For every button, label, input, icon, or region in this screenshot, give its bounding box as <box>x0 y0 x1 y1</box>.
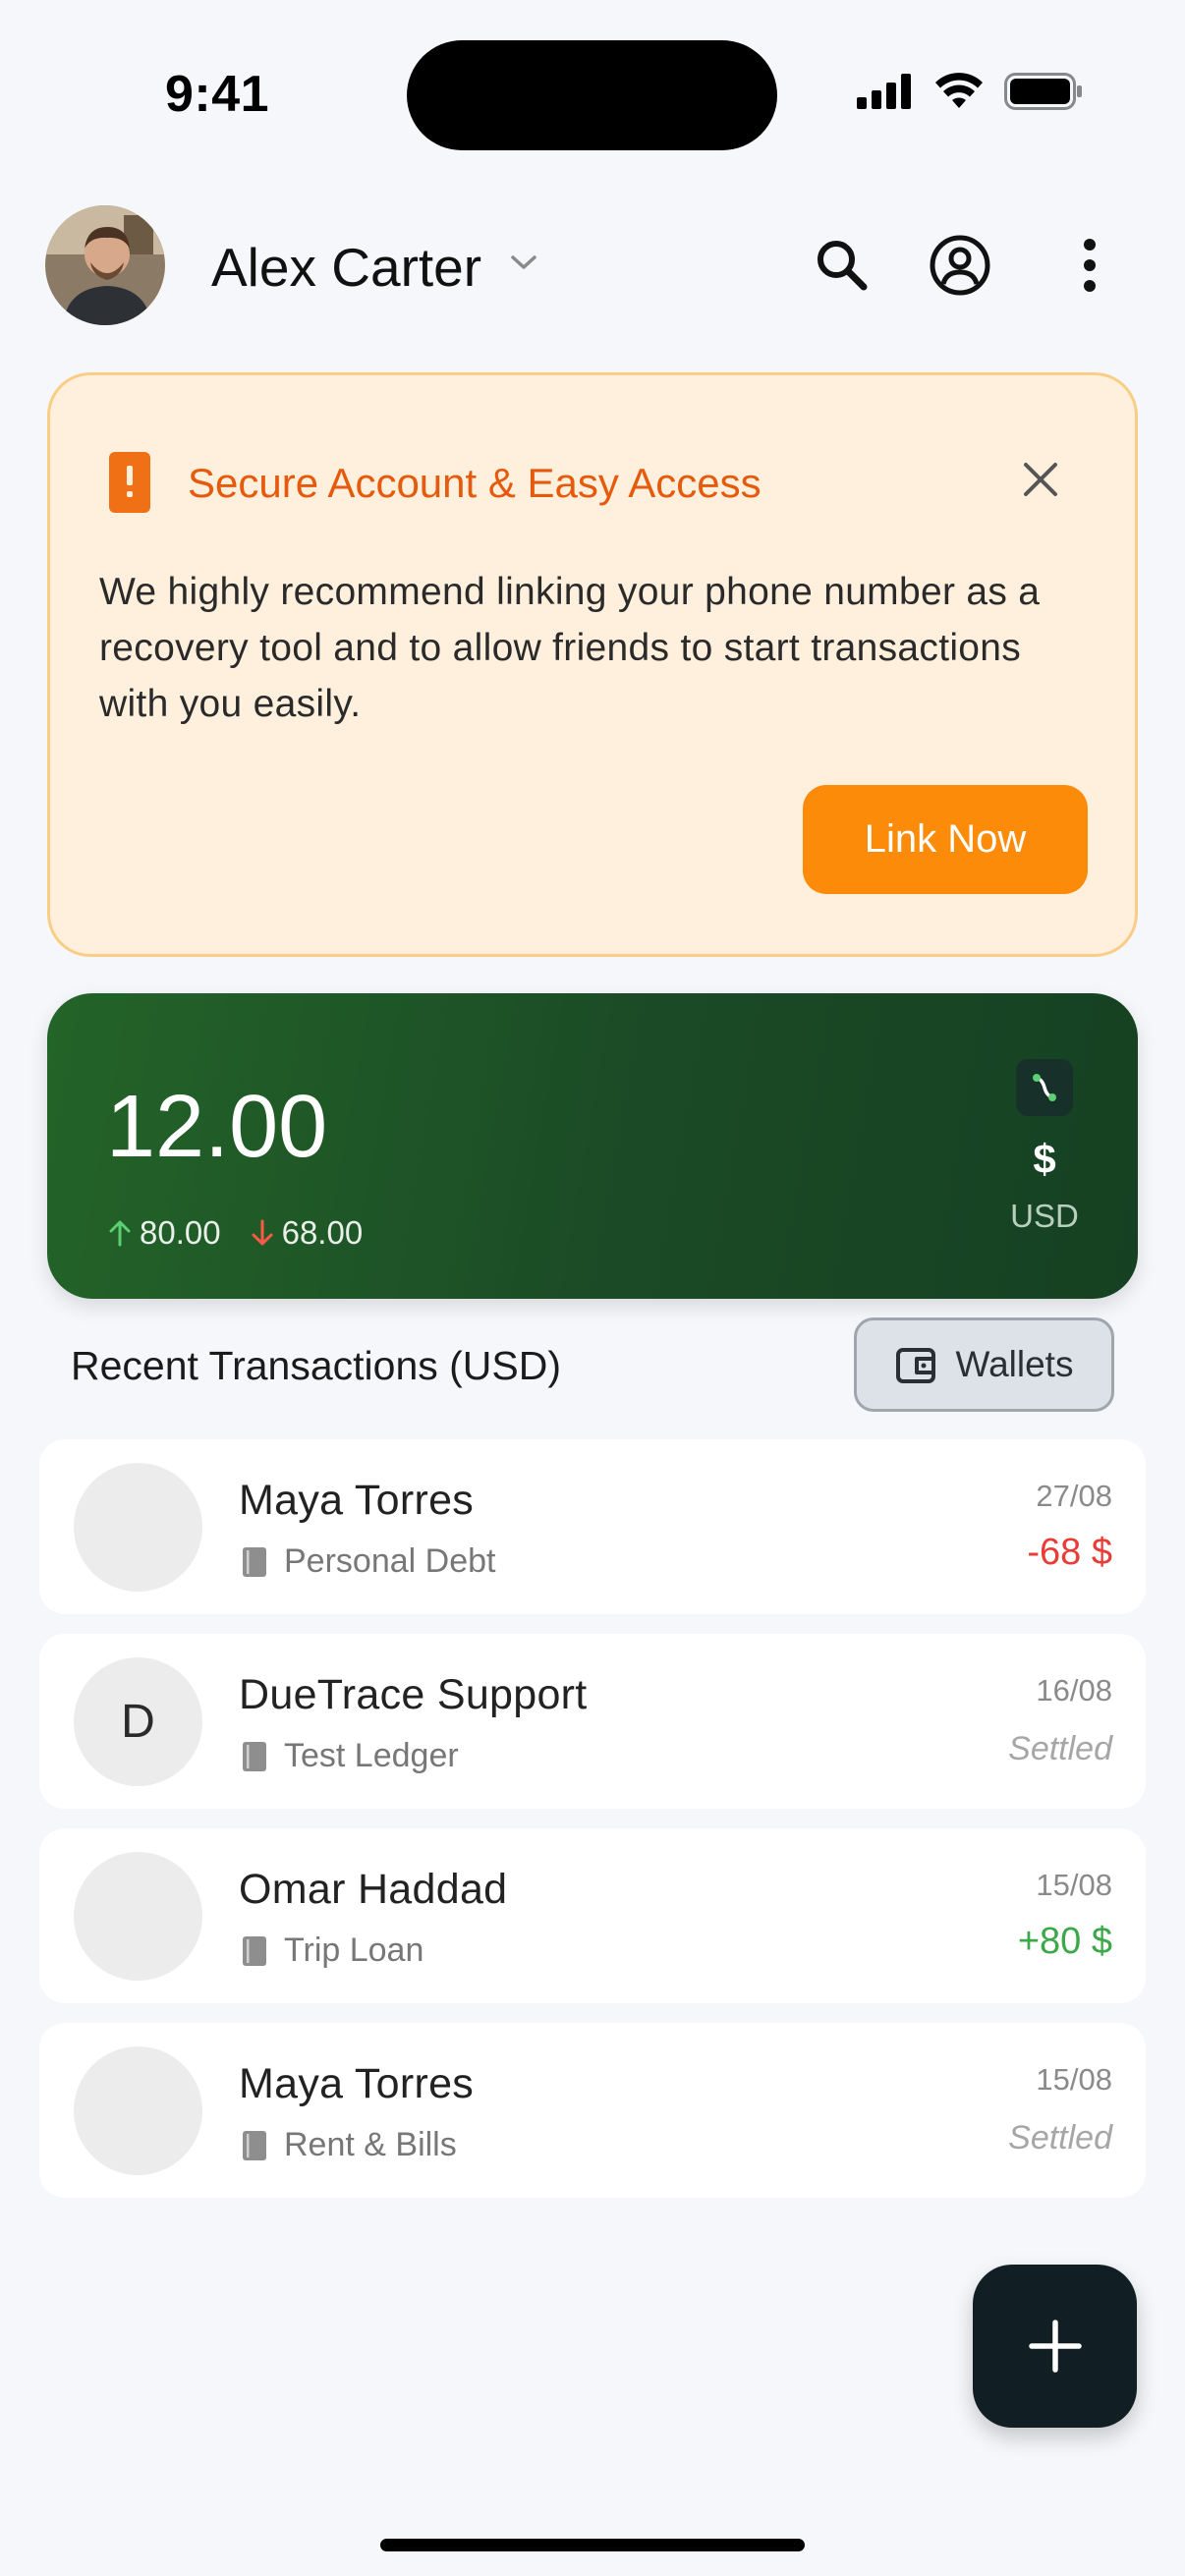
more-vertical-icon <box>1084 239 1096 292</box>
transaction-date: 15/08 <box>1036 1868 1112 1902</box>
wallets-label: Wallets <box>955 1344 1074 1384</box>
transaction-date: 27/08 <box>1036 1479 1112 1513</box>
ledger-info: Trip Loan <box>243 1932 423 1970</box>
contact-name: Maya Torres <box>239 2060 475 2107</box>
status-time: 9:41 <box>165 66 270 123</box>
incoming-amount: 80.00 <box>140 1214 221 1251</box>
transaction-amount: +80 $ <box>1017 1921 1112 1962</box>
add-transaction-button[interactable] <box>973 2265 1137 2428</box>
app-logo <box>1016 1059 1073 1116</box>
search-button[interactable] <box>808 231 876 300</box>
ledger-book-icon <box>243 1741 266 1771</box>
link-now-button[interactable]: Link Now <box>803 785 1088 894</box>
wifi-icon <box>935 73 983 108</box>
transaction-date: 16/08 <box>1036 1673 1112 1708</box>
app-header: Alex Carter <box>0 201 1185 329</box>
transaction-status: Settled <box>1008 2119 1112 2156</box>
ledger-book-icon <box>243 2130 266 2160</box>
ledger-book-icon <box>243 1935 266 1966</box>
wallets-button[interactable]: Wallets <box>854 1317 1114 1412</box>
banner-title: Secure Account & Easy Access <box>188 460 762 506</box>
banner-message: We highly recommend linking your phone n… <box>99 571 1041 725</box>
security-banner: Secure Account & Easy Access We highly r… <box>47 372 1138 957</box>
transaction-row[interactable]: Maya Torres Rent & Bills 15/08 Settled <box>39 2023 1146 2198</box>
ledger-info: Test Ledger <box>243 1737 459 1775</box>
ledger-name: Trip Loan <box>284 1932 424 1969</box>
ledger-book-icon <box>243 1546 266 1577</box>
transaction-amount: -68 $ <box>1027 1532 1112 1573</box>
recent-transactions-title: Recent Transactions (USD) <box>71 1343 562 1388</box>
battery-icon <box>1004 73 1082 110</box>
profile-button[interactable] <box>926 231 994 300</box>
status-icons <box>857 73 1083 110</box>
account-circle-icon <box>930 235 990 296</box>
currency-code: USD <box>1010 1198 1079 1234</box>
user-avatar[interactable] <box>45 205 165 325</box>
ledger-info: Rent & Bills <box>243 2126 457 2164</box>
status-bar: 9:41 <box>0 0 1185 177</box>
home-indicator[interactable] <box>380 2539 805 2551</box>
contact-avatar <box>74 1852 202 1981</box>
banner-close-button[interactable] <box>1013 452 1068 507</box>
close-icon <box>1024 463 1057 496</box>
signal-icon <box>857 74 911 109</box>
contact-avatar: D <box>74 1657 202 1786</box>
contact-avatar <box>74 1463 202 1592</box>
balance-card[interactable]: 12.00 80.00 68.00 $ USD <box>47 993 1138 1299</box>
balance-flow: 80.00 68.00 <box>108 1214 392 1252</box>
transaction-list: Maya Torres Personal Debt 27/08 -68 $ D … <box>39 1439 1146 2217</box>
search-icon <box>818 241 868 291</box>
arrow-down-icon <box>252 1219 273 1246</box>
outgoing-amount: 68.00 <box>281 1214 364 1251</box>
trace-logo-icon <box>1033 1074 1056 1101</box>
transaction-row[interactable]: Omar Haddad Trip Loan 15/08 +80 $ <box>39 1828 1146 2003</box>
contact-name: Maya Torres <box>239 1477 475 1524</box>
transaction-row[interactable]: Maya Torres Personal Debt 27/08 -68 $ <box>39 1439 1146 1614</box>
ledger-name: Personal Debt <box>284 1542 496 1580</box>
transaction-date: 15/08 <box>1036 2062 1112 2097</box>
contact-avatar <box>74 2046 202 2175</box>
contact-name: DueTrace Support <box>239 1671 588 1718</box>
phone-alert-icon <box>109 452 150 513</box>
transaction-row[interactable]: D DueTrace Support Test Ledger 16/08 Set… <box>39 1634 1146 1809</box>
user-name[interactable]: Alex Carter <box>211 236 481 299</box>
plus-icon <box>1028 2320 1082 2373</box>
dynamic-island <box>407 40 777 150</box>
balance-amount: 12.00 <box>106 1078 328 1176</box>
contact-name: Omar Haddad <box>239 1866 508 1913</box>
ledger-name: Test Ledger <box>284 1737 459 1774</box>
wallet-icon <box>895 1348 935 1383</box>
chevron-down-icon[interactable] <box>509 252 538 272</box>
transaction-status: Settled <box>1008 1730 1112 1767</box>
ledger-info: Personal Debt <box>243 1542 495 1581</box>
ledger-name: Rent & Bills <box>284 2126 457 2163</box>
more-options-button[interactable] <box>1055 231 1124 300</box>
arrow-up-icon <box>109 1220 131 1247</box>
currency-symbol: $ <box>1033 1136 1056 1182</box>
